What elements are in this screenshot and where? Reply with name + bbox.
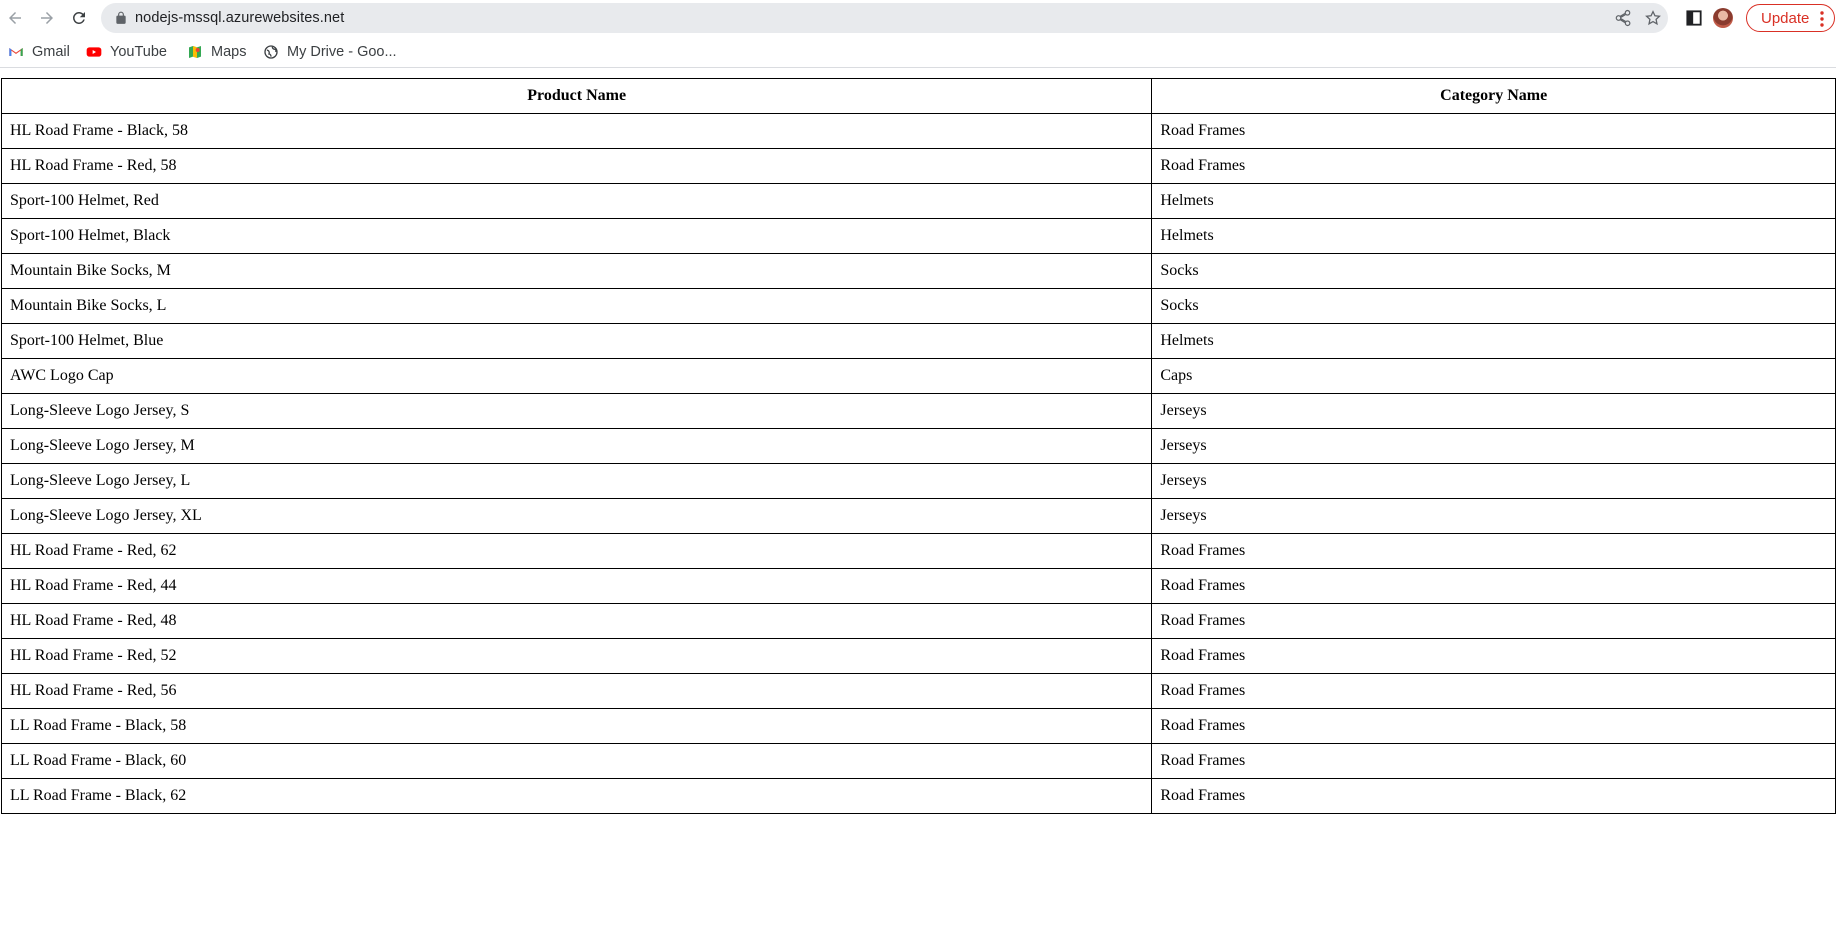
product-name-cell: AWC Logo Cap (0, 358, 1153, 394)
reload-icon (72, 11, 85, 24)
category-name-cell: Road Frames (1151, 778, 1836, 814)
table-row: Long-Sleeve Logo Jersey, M Jerseys (0, 428, 1836, 464)
url-text[interactable]: nodejs-mssql.azurewebsites.net (135, 10, 344, 26)
bookmark-youtube[interactable]: YouTube (86, 42, 167, 62)
product-name-cell: Sport-100 Helmet, Blue (0, 323, 1153, 359)
category-name-cell: Road Frames (1151, 673, 1836, 709)
table-row: Sport-100 Helmet, Red Helmets (0, 183, 1836, 219)
product-name-cell: Sport-100 Helmet, Red (0, 183, 1153, 219)
category-name-cell: Socks (1151, 253, 1836, 289)
side-panel-icon[interactable] (1684, 8, 1704, 28)
bookmark-label: My Drive - Goo... (287, 44, 397, 60)
maps-icon (189, 46, 201, 58)
bookmark-maps[interactable]: Maps (187, 42, 246, 62)
table-row: HL Road Frame - Red, 52 Road Frames (0, 638, 1836, 674)
table-row: HL Road Frame - Red, 62 Road Frames (0, 533, 1836, 569)
bookmark-label: Maps (211, 44, 247, 60)
product-name-cell: LL Road Frame - Black, 62 (0, 778, 1153, 814)
category-name-cell: Caps (1151, 358, 1836, 394)
gmail-icon (9, 48, 23, 56)
browser-toolbar: nodejs-mssql.azurewebsites.net Update (0, 0, 1836, 36)
category-name-cell: Road Frames (1151, 148, 1836, 184)
product-name-cell: HL Road Frame - Red, 56 (0, 673, 1153, 709)
product-name-cell: HL Road Frame - Black, 58 (0, 113, 1153, 149)
address-bar[interactable]: nodejs-mssql.azurewebsites.net (101, 3, 1668, 33)
table-row: Long-Sleeve Logo Jersey, XL Jerseys (0, 498, 1836, 534)
profile-avatar[interactable] (1713, 8, 1733, 28)
table-header-row: Product Name Category Name (0, 78, 1836, 114)
category-name-cell: Helmets (1151, 183, 1836, 219)
table-row: HL Road Frame - Red, 48 Road Frames (0, 603, 1836, 639)
globe-icon (264, 45, 278, 59)
bookmarks-bar: Gmail YouTube Maps My Drive - Goo... (0, 36, 1836, 68)
products-table: Product Name Category Name HL Road Frame… (0, 78, 1836, 814)
category-name-cell: Road Frames (1151, 603, 1836, 639)
table-row: HL Road Frame - Red, 56 Road Frames (0, 673, 1836, 709)
table-row: Mountain Bike Socks, M Socks (0, 253, 1836, 289)
lock-icon[interactable] (114, 11, 128, 25)
forward-button[interactable] (35, 6, 59, 30)
bookmark-my-drive[interactable]: My Drive - Goo... (263, 42, 397, 62)
page-content: Product Name Category Name HL Road Frame… (0, 68, 1836, 938)
product-name-cell: HL Road Frame - Red, 44 (0, 568, 1153, 604)
product-name-cell: Long-Sleeve Logo Jersey, S (0, 393, 1153, 429)
arrow-left-icon (9, 12, 21, 24)
bookmark-star-icon[interactable] (1644, 9, 1662, 27)
product-name-cell: LL Road Frame - Black, 58 (0, 708, 1153, 744)
product-name-cell: Long-Sleeve Logo Jersey, M (0, 428, 1153, 464)
product-name-cell: HL Road Frame - Red, 52 (0, 638, 1153, 674)
product-name-cell: Long-Sleeve Logo Jersey, L (0, 463, 1153, 499)
youtube-icon (86, 47, 102, 57)
reload-button[interactable] (67, 6, 91, 30)
product-name-cell: HL Road Frame - Red, 48 (0, 603, 1153, 639)
table-row: Sport-100 Helmet, Black Helmets (0, 218, 1836, 254)
category-name-cell: Helmets (1151, 218, 1836, 254)
product-name-cell: Mountain Bike Socks, M (0, 253, 1153, 289)
category-name-cell: Jerseys (1151, 463, 1836, 499)
table-row: HL Road Frame - Black, 58 Road Frames (0, 113, 1836, 149)
update-button-label: Update (1761, 9, 1810, 27)
bookmark-label: YouTube (110, 44, 167, 60)
category-name-cell: Road Frames (1151, 638, 1836, 674)
category-name-cell: Road Frames (1151, 568, 1836, 604)
more-vert-icon (1820, 11, 1824, 27)
category-name-cell: Road Frames (1151, 533, 1836, 569)
category-name-cell: Road Frames (1151, 708, 1836, 744)
product-name-cell: HL Road Frame - Red, 58 (0, 148, 1153, 184)
category-name-cell: Socks (1151, 288, 1836, 324)
table-row: Mountain Bike Socks, L Socks (0, 288, 1836, 324)
table-row: AWC Logo Cap Caps (0, 358, 1836, 394)
category-name-cell: Road Frames (1151, 113, 1836, 149)
bookmark-gmail[interactable]: Gmail (8, 42, 70, 62)
column-header-product-name: Product Name (0, 78, 1153, 114)
table-row: Sport-100 Helmet, Blue Helmets (0, 323, 1836, 359)
product-name-cell: LL Road Frame - Black, 60 (0, 743, 1153, 779)
product-name-cell: Sport-100 Helmet, Black (0, 218, 1153, 254)
arrow-right-icon (41, 12, 53, 24)
table-row: HL Road Frame - Red, 58 Road Frames (0, 148, 1836, 184)
category-name-cell: Jerseys (1151, 498, 1836, 534)
table-row: Long-Sleeve Logo Jersey, L Jerseys (0, 463, 1836, 499)
bookmark-label: Gmail (32, 44, 70, 60)
share-icon[interactable] (1614, 9, 1632, 27)
table-row: Long-Sleeve Logo Jersey, S Jerseys (0, 393, 1836, 429)
table-row: HL Road Frame - Red, 44 Road Frames (0, 568, 1836, 604)
category-name-cell: Jerseys (1151, 428, 1836, 464)
column-header-category-name: Category Name (1151, 78, 1836, 114)
table-row: LL Road Frame - Black, 60 Road Frames (0, 743, 1836, 779)
table-row: LL Road Frame - Black, 58 Road Frames (0, 708, 1836, 744)
category-name-cell: Jerseys (1151, 393, 1836, 429)
back-button[interactable] (3, 6, 27, 30)
category-name-cell: Helmets (1151, 323, 1836, 359)
product-name-cell: Mountain Bike Socks, L (0, 288, 1153, 324)
product-name-cell: HL Road Frame - Red, 62 (0, 533, 1153, 569)
product-name-cell: Long-Sleeve Logo Jersey, XL (0, 498, 1153, 534)
table-row: LL Road Frame - Black, 62 Road Frames (0, 778, 1836, 814)
update-button[interactable]: Update (1746, 4, 1835, 32)
category-name-cell: Road Frames (1151, 743, 1836, 779)
